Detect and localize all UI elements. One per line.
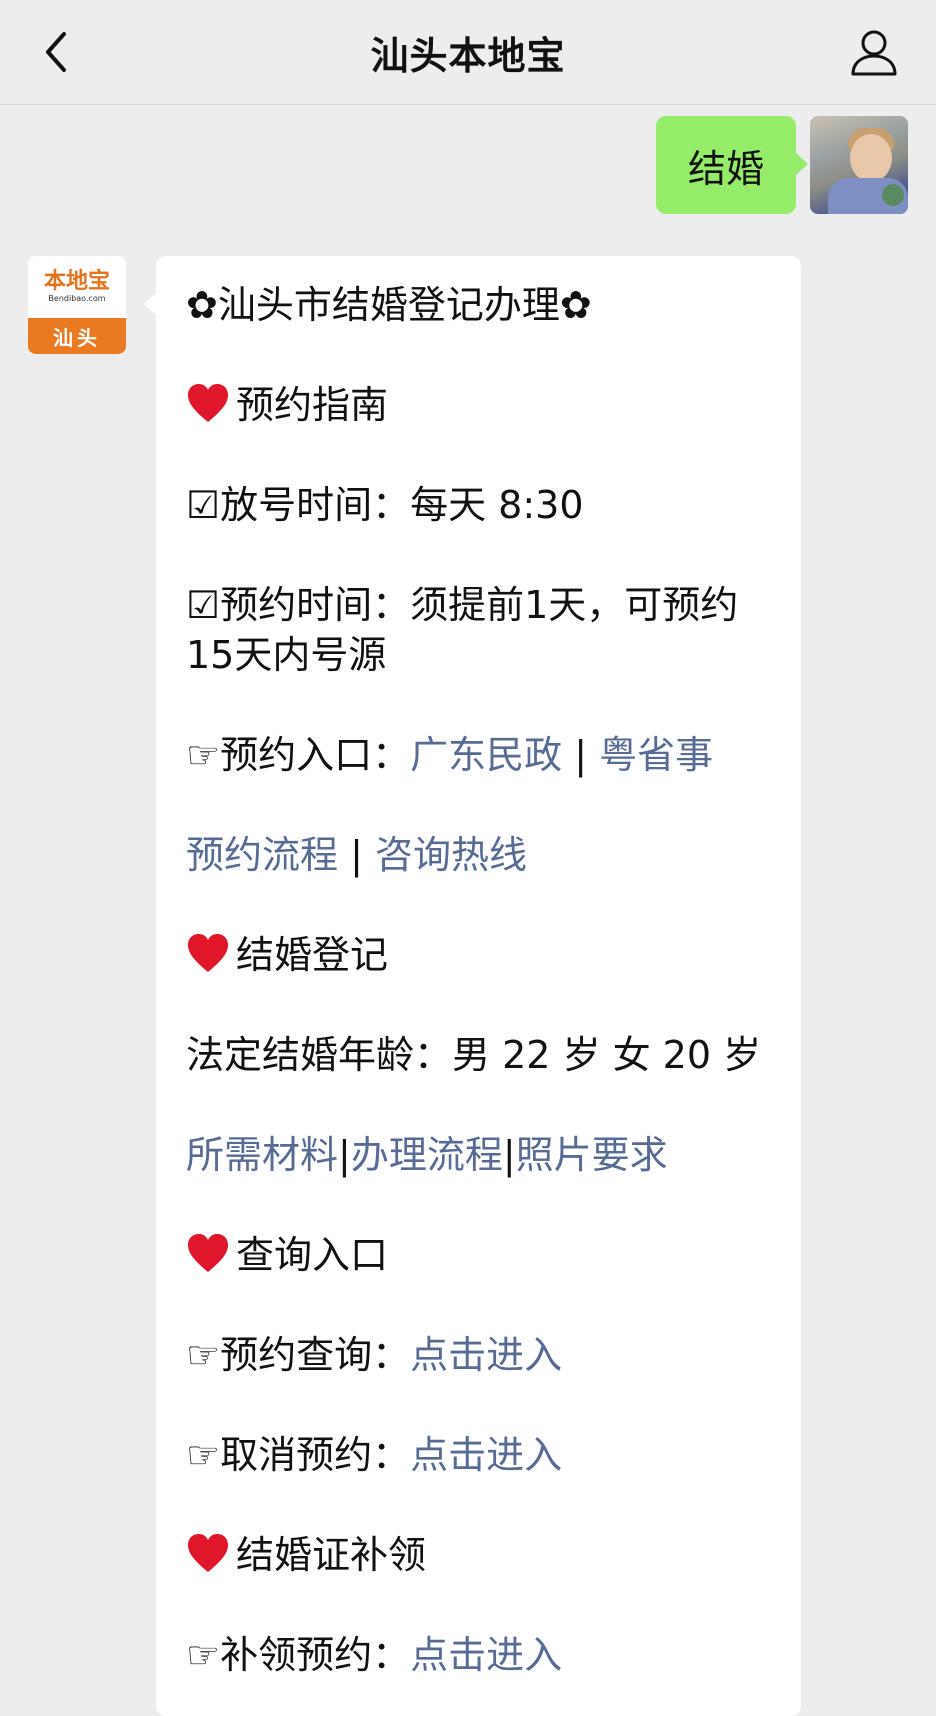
booking-time: ☑预约时间：须提前1天，可预约15天内号源 <box>186 580 773 680</box>
section-heading-reissue: 结婚证补领 <box>186 1530 773 1580</box>
cancel-booking-label: ☞取消预约： <box>186 1433 411 1477</box>
bot-avatar[interactable]: 本地宝 Bendibao.com 汕头 <box>28 256 126 354</box>
registration-links: 所需材料|办理流程|照片要求 <box>186 1130 773 1180</box>
registration-process-link[interactable]: 办理流程 <box>351 1133 503 1177</box>
section-heading-query: 查询入口 <box>186 1230 773 1280</box>
heart-icon <box>188 1534 228 1572</box>
booking-query: ☞预约查询：点击进入 <box>186 1330 773 1380</box>
user-message: 结婚 <box>655 116 809 214</box>
chevron-left-icon[interactable] <box>36 28 80 76</box>
materials-link[interactable]: 所需材料 <box>186 1133 338 1177</box>
separator: | <box>338 1133 351 1177</box>
nav-bar: 汕头本地宝 <box>0 0 936 105</box>
cancel-booking: ☞取消预约：点击进入 <box>186 1430 773 1480</box>
booking-process-link[interactable]: 预约流程 <box>186 833 338 877</box>
avatar-brand: 本地宝 <box>43 269 110 294</box>
reissue-booking-link[interactable]: 点击进入 <box>410 1633 562 1677</box>
booking-query-label: ☞预约查询： <box>186 1333 411 1377</box>
heart-icon <box>188 1234 228 1272</box>
avatar-city: 汕头 <box>28 318 126 354</box>
legal-age: 法定结婚年龄：男 22 岁 女 20 岁 <box>186 1033 762 1077</box>
heart-icon <box>188 934 228 972</box>
booking-entry-label: ☞预约入口： <box>186 733 411 777</box>
separator: | <box>502 1133 516 1177</box>
release-time-label: ☑放号时间： <box>186 483 411 527</box>
separator: | <box>350 833 363 877</box>
reissue-booking: ☞补领预约：点击进入 <box>186 1630 773 1680</box>
user-message-bubble[interactable]: 结婚 <box>655 116 809 214</box>
bot-message-bubble: ✿汕头市结婚登记办理✿ 预约指南 ☑放号时间：每天 8:30 ☑预约时间：须提前… <box>144 256 801 1716</box>
message-title: ✿汕头市结婚登记办理✿ <box>186 283 592 327</box>
section-heading-booking-guide: 预约指南 <box>186 380 773 430</box>
booking-query-link[interactable]: 点击进入 <box>410 1333 562 1377</box>
avatar-site: Bendibao.com <box>48 294 106 303</box>
release-time-value: 每天 8:30 <box>410 483 584 527</box>
photo-requirements-link[interactable]: 照片要求 <box>516 1133 668 1177</box>
release-time: ☑放号时间：每天 8:30 <box>186 480 773 530</box>
cancel-booking-link[interactable]: 点击进入 <box>410 1433 562 1477</box>
section-heading-registration: 结婚登记 <box>186 930 773 980</box>
separator: | <box>574 733 587 777</box>
page-title: 汕头本地宝 <box>370 33 566 78</box>
booking-entry: ☞预约入口：广东民政 | 粤省事 <box>186 730 773 780</box>
person-icon[interactable] <box>848 26 900 78</box>
guangdong-civil-affairs-link[interactable]: 广东民政 <box>410 733 562 777</box>
hotline-link[interactable]: 咨询热线 <box>375 833 527 877</box>
reissue-booking-label: ☞补领预约： <box>186 1633 411 1677</box>
heart-icon <box>188 384 228 422</box>
booking-time-label: ☑预约时间： <box>186 583 411 627</box>
user-avatar[interactable] <box>810 116 908 214</box>
booking-links: 预约流程 | 咨询热线 <box>186 830 773 880</box>
yueshengshi-link[interactable]: 粤省事 <box>599 733 713 777</box>
